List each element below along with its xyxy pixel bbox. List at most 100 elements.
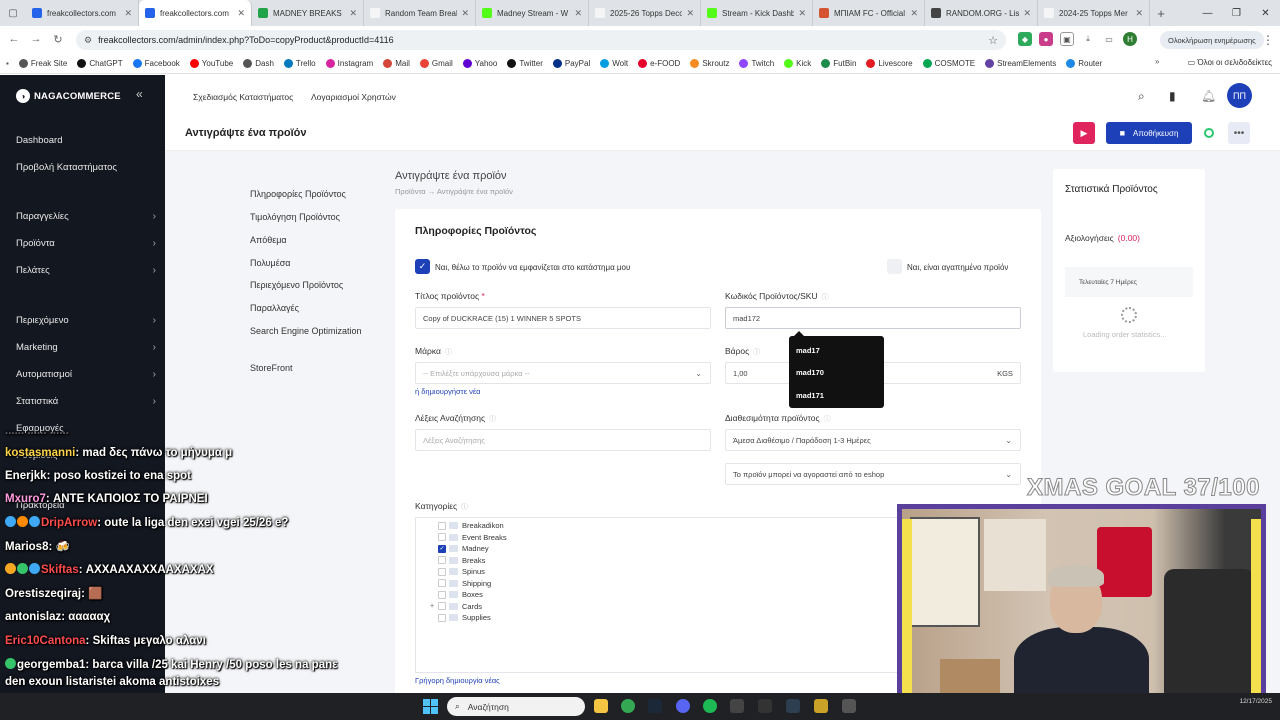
browser-tab[interactable]: freakcollectors.com ✕ [139,0,252,26]
file-explorer-icon[interactable] [594,699,608,713]
sidebar-item[interactable]: Περιεχόμενο › [16,315,156,326]
category-checkbox[interactable] [438,590,446,599]
bookmark-item[interactable]: Skroutz [690,59,729,68]
section-nav-item[interactable]: Παραλλαγές [250,302,370,315]
browser-tab[interactable]: Madney Stream - W ✕ [476,0,589,26]
app-icon[interactable] [730,699,744,713]
tab-close-icon[interactable]: ✕ [910,8,918,19]
app-icon[interactable] [758,699,772,713]
keywords-input[interactable]: Λέξεις Αναζήτησης [415,429,711,451]
category-checkbox[interactable] [438,602,446,610]
bookmark-item[interactable]: Trello [283,59,316,68]
shield-extension-icon[interactable]: ◆ [1018,32,1032,46]
breadcrumb[interactable]: Προϊόντα → Αντιγράψτε ένα προϊόν [395,187,513,196]
tab-close-icon[interactable]: ✕ [574,8,582,19]
all-bookmarks-link[interactable]: ▭ Όλοι οι σελιδοδείκτες [1188,58,1272,67]
tab-close-icon[interactable]: ✕ [237,8,245,19]
section-nav-item[interactable]: Απόθεμα [250,234,370,247]
site-info-icon[interactable]: ⚙ [84,35,92,46]
sidebar-item[interactable]: Dashboard [16,135,156,146]
tab-close-icon[interactable]: ✕ [124,8,132,19]
category-item[interactable]: Breaks [430,555,485,566]
browser-tab[interactable]: 2025-26 Topps Deco ✕ [589,0,701,26]
bookmark-item[interactable]: Gmail [419,59,453,68]
spotify-icon[interactable] [703,699,717,713]
category-item[interactable]: Supplies [430,612,491,623]
maximize-icon[interactable]: ❐ [1222,0,1251,26]
period-selector[interactable]: Τελευταίες 7 Ημέρες [1065,267,1193,297]
status-indicator-icon[interactable] [1204,128,1214,138]
bookmark-item[interactable]: PayPal [552,59,590,68]
bookmark-item[interactable]: StreamElements [985,59,1056,68]
category-checkbox[interactable] [438,556,446,564]
reload-icon[interactable]: ↻ [46,33,70,46]
category-checkbox[interactable] [438,521,446,530]
bookmark-item[interactable]: Yahoo [462,59,497,68]
bookmark-item[interactable]: Livescore [866,59,913,68]
category-item[interactable]: Breakadikon [430,520,504,531]
sidebar-item[interactable]: Προϊόντα › [16,238,156,249]
bookmark-item[interactable]: Kick [784,59,811,68]
back-icon[interactable]: ← [2,33,26,45]
bookmark-item[interactable]: FutBin [821,59,856,68]
browser-tab[interactable]: Random Team Break ✕ [364,0,476,26]
discord-icon[interactable] [676,699,690,713]
product-title-input[interactable]: Copy of DUCKRACE (15) 1 WINNER 5 SPOTS [415,307,711,329]
browser-tab[interactable]: freakcollectors.com ✕ [26,0,139,26]
sku-suggestion[interactable]: mad171 [796,391,824,400]
category-checkbox[interactable]: ✓ [438,544,446,553]
close-window-icon[interactable]: ✕ [1251,0,1280,26]
bookmark-item[interactable]: e-FOOD [638,59,680,68]
app-icon[interactable] [842,699,856,713]
section-nav-item[interactable]: StoreFront [250,362,370,375]
steam-icon[interactable] [648,699,662,713]
tab-close-icon[interactable]: ✕ [686,8,694,19]
bookmark-item[interactable]: ChatGPT [77,59,123,68]
bookmark-item[interactable]: Wolt [600,59,628,68]
category-checkbox[interactable] [438,579,446,587]
category-item[interactable]: Event Breaks [430,532,507,543]
search-icon[interactable]: ⌕ [1138,89,1145,104]
extension-icon[interactable]: ● [1039,32,1053,46]
tab-close-icon[interactable]: ✕ [798,8,806,19]
bookmark-item[interactable]: Twitter [507,59,543,68]
collapse-sidebar-icon[interactable]: « [136,87,143,101]
featured-checkbox[interactable] [887,259,902,274]
category-checkbox[interactable] [438,567,446,576]
visible-in-store-checkbox[interactable]: ✓ [415,259,430,274]
brand-logo[interactable]: ◑ NAGACOMMERCE [16,89,121,103]
minimize-icon[interactable]: — [1193,0,1222,26]
url-input[interactable]: ⚙ freakcollectors.com/admin/index.php?To… [76,30,1006,50]
bookmark-item[interactable]: Instagram [325,59,373,68]
bookmark-item[interactable]: Dash [243,59,274,68]
bookmark-item[interactable]: Facebook [132,59,180,68]
sidebar-item[interactable]: Αυτοματισμοί › [16,369,156,380]
tab-search-icon[interactable]: ▢ [0,0,26,26]
category-item[interactable]: Spinus [430,566,485,577]
section-nav-item[interactable]: Πολυμέσα [250,257,370,270]
app-icon[interactable] [814,699,828,713]
browser-tab[interactable]: MADNEY BREAKS ✕ [252,0,364,26]
youtube-button[interactable]: ▶ [1073,122,1095,144]
category-item[interactable]: Shipping [430,578,491,589]
chrome-icon[interactable] [621,699,635,713]
tab-close-icon[interactable]: ✕ [349,8,357,19]
taskbar-clock[interactable]: 12/17/2025 [1239,698,1272,706]
more-actions-button[interactable]: ••• [1228,122,1250,144]
windows-start-icon[interactable] [423,699,438,714]
purchasable-select[interactable]: Το προϊόν μπορεί να αγοραστεί από το esh… [725,463,1021,485]
category-checkbox[interactable] [438,533,446,541]
bookmark-item[interactable]: COSMOTE [922,59,975,68]
sidebar-item[interactable]: Marketing › [16,342,156,353]
section-nav-item[interactable]: Search Engine Optimization [250,325,370,338]
section-nav-item[interactable]: Πληροφορίες Προϊόντος [250,188,370,201]
bookmark-item[interactable]: Router [1066,59,1102,68]
profile-avatar[interactable]: H [1123,32,1137,46]
bookmark-item[interactable]: Mail [383,59,410,68]
download-icon[interactable]: ⤓ [1081,32,1095,46]
bookmark-star-icon[interactable]: ☆ [988,34,998,47]
sku-suggestion[interactable]: mad17 [796,346,820,355]
expand-icon[interactable]: + [430,603,438,610]
quick-create-category-link[interactable]: Γρήγορη δημιουργία νέας [415,676,500,685]
browser-tab[interactable]: Stream - Kick Dashb ✕ [701,0,813,26]
